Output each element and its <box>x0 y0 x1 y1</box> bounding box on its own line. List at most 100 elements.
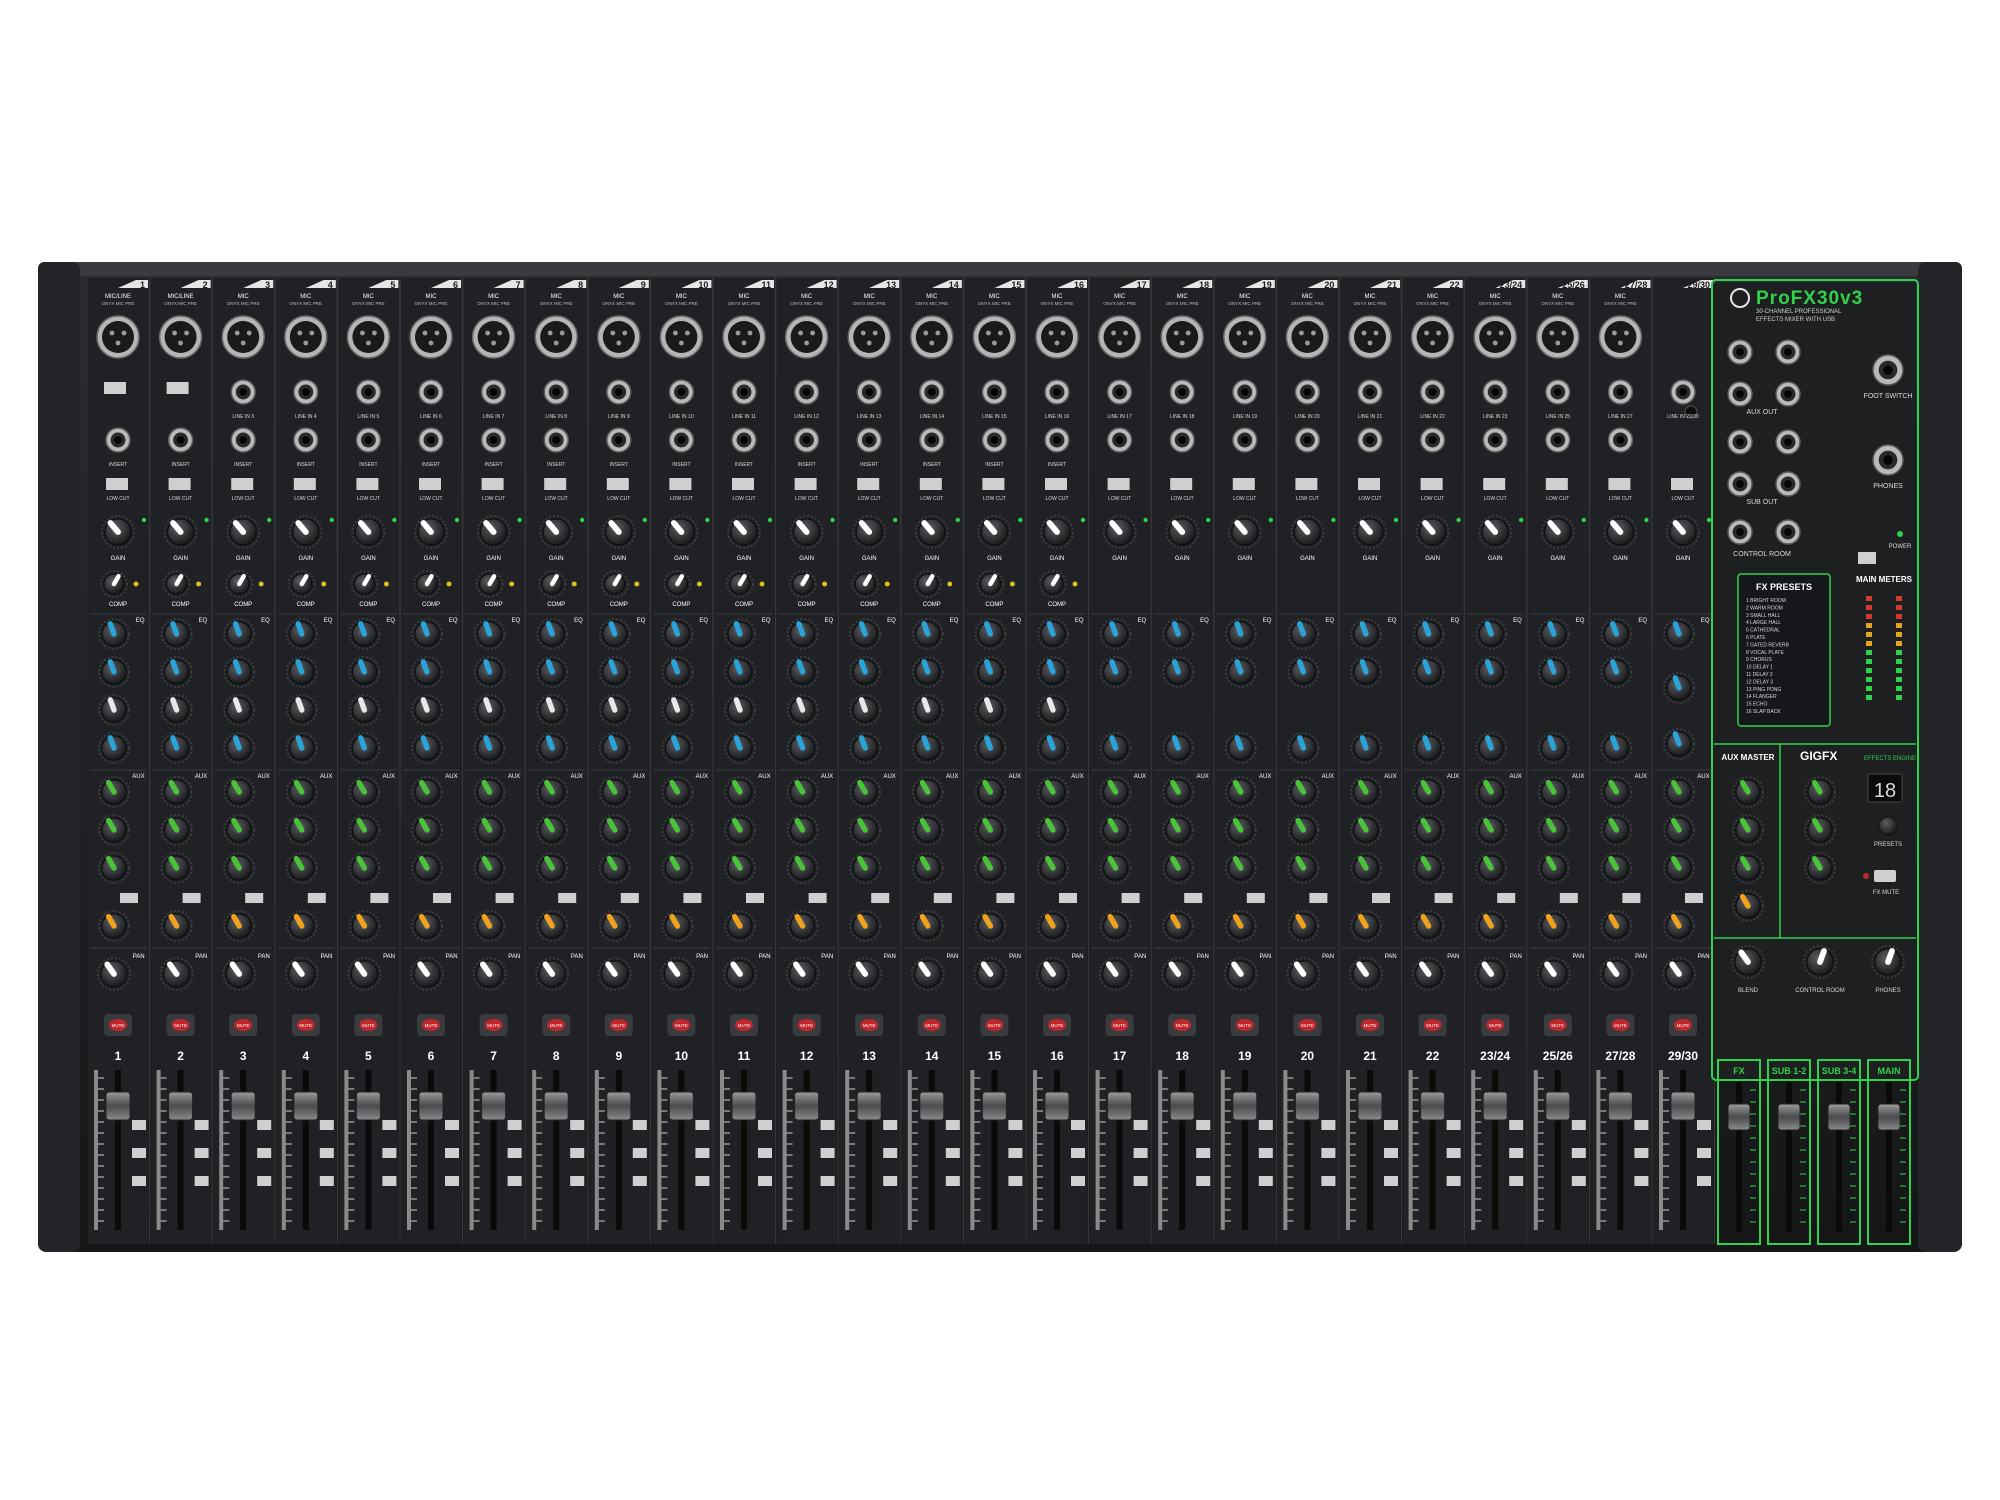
insert-jack[interactable] <box>981 427 1008 453</box>
insert-jack[interactable] <box>919 427 945 453</box>
line-input-jack-r[interactable] <box>1294 427 1321 453</box>
mute-button[interactable]: MUTE <box>667 1014 696 1036</box>
low-cut-switch[interactable] <box>1358 478 1380 490</box>
assign-switch-3[interactable] <box>695 1176 710 1186</box>
xlr-input-jack[interactable] <box>96 315 140 359</box>
insert-jack[interactable] <box>543 427 569 453</box>
pre-post-switch[interactable] <box>933 893 952 903</box>
low-cut-switch[interactable] <box>106 478 128 490</box>
insert-jack[interactable] <box>1044 427 1070 453</box>
line-input-jack[interactable] <box>1607 379 1634 405</box>
assign-switch-2[interactable] <box>194 1148 209 1158</box>
mute-button[interactable]: MUTE <box>792 1014 821 1036</box>
low-cut-switch[interactable] <box>481 478 504 490</box>
pre-post-switch[interactable] <box>1497 893 1516 903</box>
xlr-input-jack[interactable] <box>1097 315 1142 359</box>
assign-switch-2[interactable] <box>1384 1148 1398 1158</box>
pre-post-switch[interactable] <box>1121 893 1140 903</box>
xlr-input-jack[interactable] <box>722 315 766 359</box>
xlr-input-jack[interactable] <box>972 315 1017 359</box>
pre-post-switch[interactable] <box>1184 893 1203 903</box>
channel-fader-cap[interactable] <box>230 1091 256 1121</box>
assign-switch-2[interactable] <box>1634 1148 1649 1158</box>
channel-fader-cap[interactable] <box>794 1091 820 1121</box>
xlr-input-jack[interactable] <box>1410 315 1455 359</box>
assign-switch-1[interactable] <box>820 1120 835 1130</box>
assign-switch-3[interactable] <box>1258 1176 1273 1186</box>
channel-fader-cap[interactable] <box>1107 1091 1133 1121</box>
assign-switch-3[interactable] <box>132 1176 146 1186</box>
mute-button[interactable]: MUTE <box>604 1014 633 1036</box>
assign-switch-3[interactable] <box>1133 1176 1148 1186</box>
assign-switch-3[interactable] <box>1071 1176 1085 1186</box>
line-input-jack[interactable] <box>919 379 945 405</box>
channel-fader-cap[interactable] <box>731 1091 757 1121</box>
assign-switch-1[interactable] <box>1697 1120 1711 1130</box>
phones-output-jack[interactable] <box>1872 444 1904 476</box>
line-input-jack[interactable] <box>668 379 695 405</box>
line-input-jack[interactable] <box>1232 379 1258 405</box>
assign-switch-2[interactable] <box>632 1148 647 1158</box>
xlr-input-jack[interactable] <box>284 315 328 359</box>
xlr-input-jack[interactable] <box>1285 315 1330 359</box>
assign-switch-2[interactable] <box>319 1148 334 1158</box>
low-cut-switch[interactable] <box>1232 478 1255 490</box>
line-input-jack[interactable] <box>1357 379 1383 405</box>
line-input-jack-r[interactable] <box>1106 427 1133 453</box>
low-cut-switch[interactable] <box>857 478 880 490</box>
line-input-jack[interactable] <box>1545 379 1571 405</box>
assign-switch-1[interactable] <box>382 1120 397 1130</box>
line-input-jack-r[interactable] <box>1169 427 1195 453</box>
line-input-jack[interactable] <box>1419 379 1446 405</box>
low-cut-switch[interactable] <box>293 478 316 490</box>
low-cut-switch[interactable] <box>794 478 817 490</box>
channel-fader-cap[interactable] <box>981 1091 1007 1121</box>
insert-jack[interactable] <box>856 427 882 453</box>
assign-switch-2[interactable] <box>382 1148 397 1158</box>
master-fader-cap[interactable] <box>1827 1103 1851 1131</box>
xlr-input-jack[interactable] <box>1035 315 1079 359</box>
insert-jack[interactable] <box>731 427 757 453</box>
channel-fader-cap[interactable] <box>1044 1091 1070 1121</box>
assign-switch-3[interactable] <box>194 1176 209 1186</box>
assign-switch-3[interactable] <box>1196 1176 1211 1186</box>
line-input-jack[interactable] <box>1169 379 1195 405</box>
hi-z-switch[interactable] <box>104 382 126 394</box>
xlr-input-jack[interactable] <box>409 315 453 359</box>
mute-button[interactable]: MUTE <box>1669 1014 1697 1036</box>
assign-switch-1[interactable] <box>1258 1120 1273 1130</box>
xlr-input-jack[interactable] <box>847 315 891 359</box>
pre-post-switch[interactable] <box>996 893 1015 903</box>
line-input-jack[interactable] <box>731 379 757 405</box>
xlr-input-jack[interactable] <box>1473 315 1517 359</box>
assign-switch-2[interactable] <box>1571 1148 1586 1158</box>
assign-switch-1[interactable] <box>758 1120 772 1130</box>
xlr-input-jack[interactable] <box>346 315 391 359</box>
assign-switch-2[interactable] <box>695 1148 710 1158</box>
channel-fader-cap[interactable] <box>105 1091 131 1121</box>
assign-switch-3[interactable] <box>820 1176 835 1186</box>
line-input-jack[interactable] <box>418 379 444 405</box>
pre-post-switch[interactable] <box>1309 893 1328 903</box>
assign-switch-1[interactable] <box>883 1120 898 1130</box>
assign-switch-1[interactable] <box>1196 1120 1211 1130</box>
assign-switch-1[interactable] <box>695 1120 710 1130</box>
xlr-input-jack[interactable] <box>1348 315 1392 359</box>
mute-button[interactable]: MUTE <box>166 1014 195 1036</box>
assign-switch-2[interactable] <box>257 1148 272 1158</box>
assign-switch-3[interactable] <box>883 1176 898 1186</box>
xlr-input-jack[interactable] <box>1223 315 1267 359</box>
channel-fader-cap[interactable] <box>418 1091 444 1121</box>
channel-fader-cap[interactable] <box>543 1091 569 1121</box>
insert-jack[interactable] <box>418 427 444 453</box>
low-cut-switch[interactable] <box>168 478 191 490</box>
assign-switch-3[interactable] <box>1321 1176 1336 1186</box>
low-cut-switch[interactable] <box>1045 478 1067 490</box>
xlr-input-jack[interactable] <box>534 315 578 359</box>
output-jack-4[interactable] <box>1775 381 1801 407</box>
assign-switch-3[interactable] <box>1446 1176 1461 1186</box>
mute-button[interactable]: MUTE <box>1543 1014 1572 1036</box>
assign-switch-2[interactable] <box>1446 1148 1461 1158</box>
master-fader-cap[interactable] <box>1727 1103 1751 1131</box>
line-input-jack[interactable] <box>293 379 319 405</box>
